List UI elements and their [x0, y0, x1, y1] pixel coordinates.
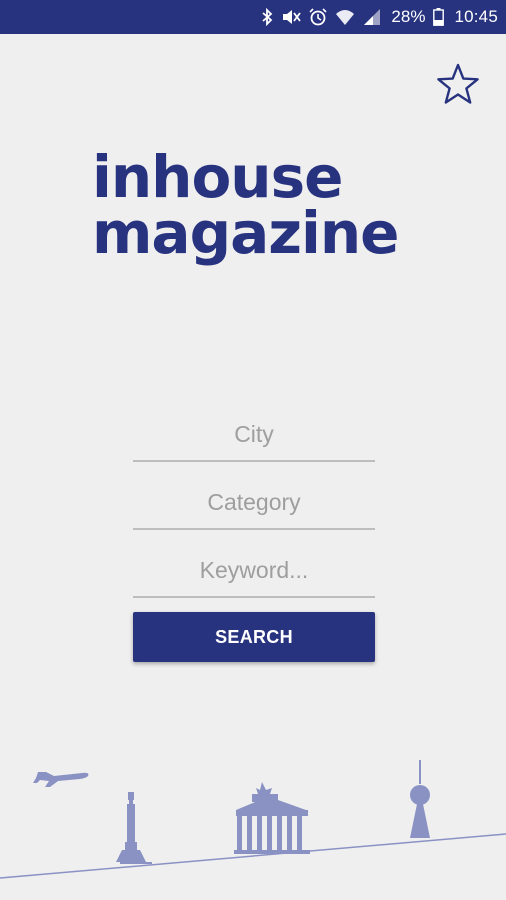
- ground-line: [0, 833, 506, 879]
- logo-line-magazine: magazine: [92, 199, 399, 267]
- signal-icon: [363, 8, 381, 26]
- search-form: SEARCH: [133, 408, 375, 662]
- mute-icon: [281, 8, 302, 26]
- brandenburg-gate-icon: [234, 782, 310, 854]
- status-icons: 28% 10:45: [261, 7, 498, 27]
- alarm-icon: [309, 8, 327, 26]
- category-input[interactable]: [133, 476, 375, 530]
- logo-line-inhouse: inhouse: [92, 143, 343, 211]
- airplane-icon: [33, 772, 89, 787]
- clock: 10:45: [454, 7, 498, 26]
- star-outline-icon: [437, 63, 479, 104]
- status-bar: 28% 10:45: [0, 0, 506, 34]
- tv-tower-icon: [410, 760, 430, 838]
- app-logo: inhouse magazine: [92, 143, 399, 267]
- wifi-icon: [335, 8, 355, 26]
- keyword-input[interactable]: [133, 544, 375, 598]
- search-button[interactable]: SEARCH: [133, 612, 375, 662]
- city-input[interactable]: [133, 408, 375, 462]
- battery-percentage: 28%: [391, 7, 426, 26]
- favorites-button[interactable]: [435, 62, 481, 108]
- bluetooth-icon: [261, 8, 273, 26]
- battery-icon: [433, 8, 445, 26]
- city-skyline-illustration: [0, 760, 506, 879]
- victory-column-icon: [116, 792, 152, 864]
